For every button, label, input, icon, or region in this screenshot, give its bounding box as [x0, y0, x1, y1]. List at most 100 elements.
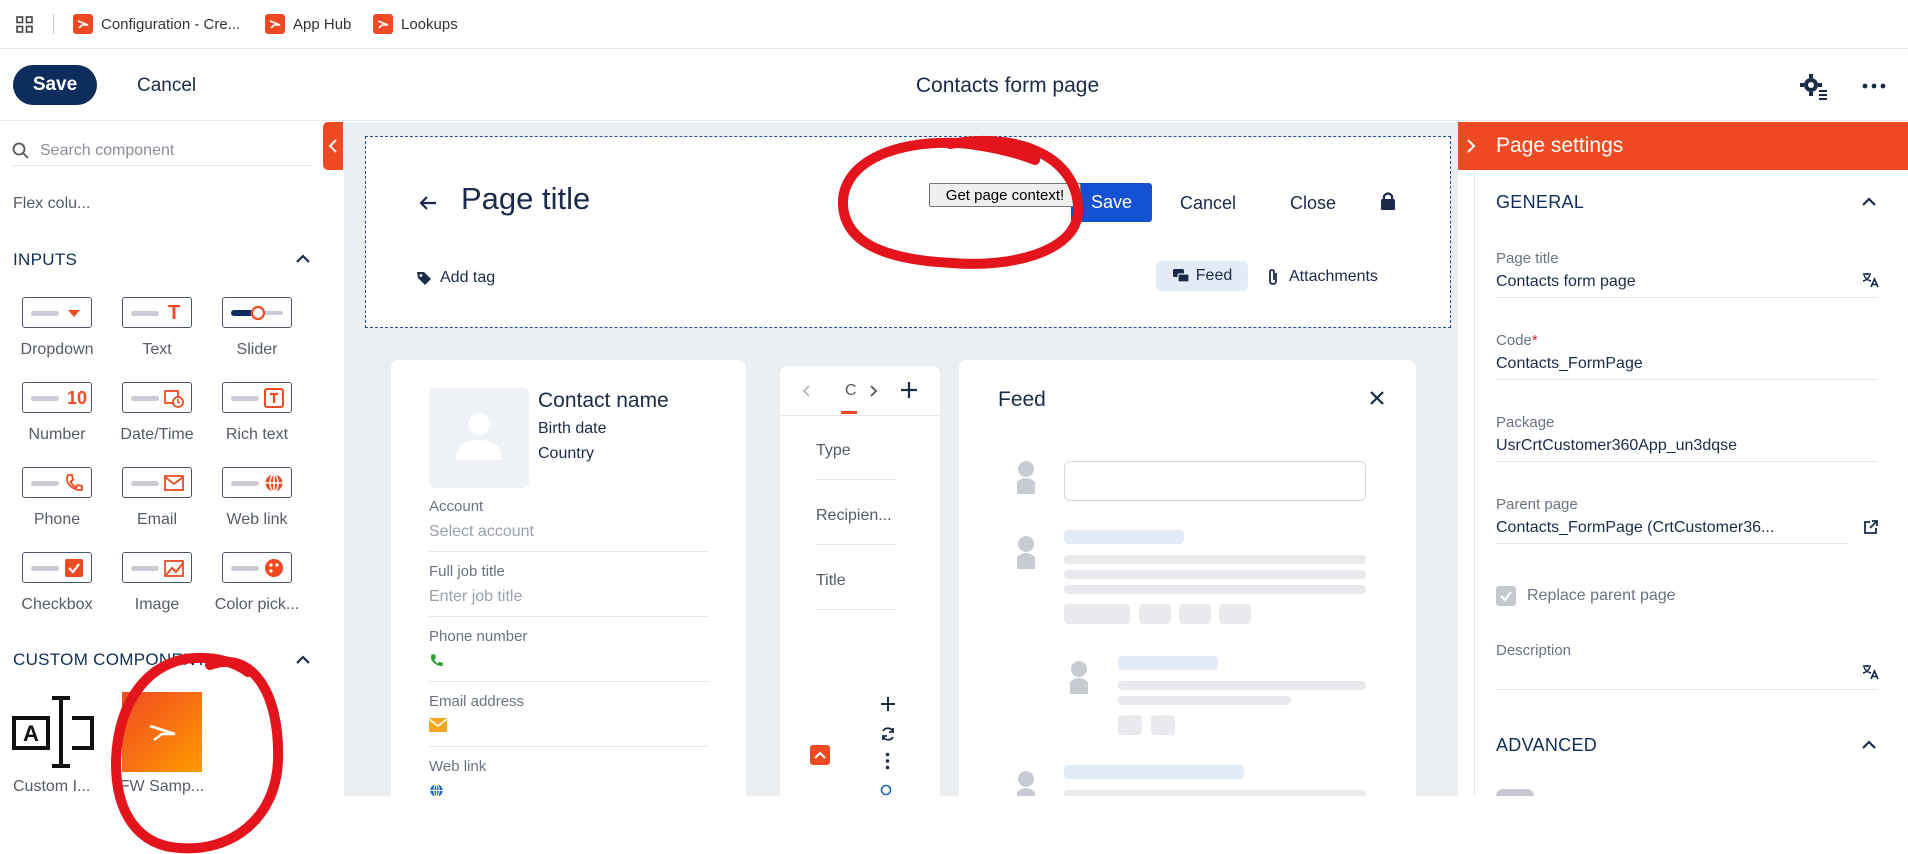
chevron-right-icon[interactable]	[1466, 138, 1476, 154]
skeleton-line	[1064, 570, 1366, 579]
component-label: Number	[28, 426, 86, 443]
chevron-up-icon[interactable]	[1861, 195, 1877, 207]
package-setting[interactable]: Package UsrCrtCustomer360App_un3dqse	[1496, 414, 1878, 462]
component-checkbox[interactable]: Checkbox	[7, 552, 107, 614]
add-plus-icon[interactable]	[880, 696, 896, 712]
component-image[interactable]: Image	[107, 552, 207, 614]
bookmark-lookups[interactable]: Lookups	[373, 13, 458, 35]
apps-grid-icon[interactable]	[16, 16, 33, 33]
feed-toggle-button[interactable]: Feed	[1156, 261, 1248, 291]
component-datetime[interactable]: Date/Time	[107, 382, 207, 444]
get-page-context-button[interactable]: Get page context!	[929, 183, 1081, 207]
flex-column-item[interactable]: Flex colu...	[13, 195, 90, 213]
bookmark-label: Lookups	[401, 15, 458, 33]
lock-icon[interactable]	[1380, 191, 1396, 211]
page-title-setting[interactable]: Page title Contacts form page	[1496, 250, 1880, 298]
active-tab-indicator	[841, 411, 857, 414]
custom-component-fw-sample[interactable]: FW Samp...	[117, 692, 207, 796]
type-field[interactable]: Type	[816, 442, 896, 480]
component-label: Slider	[236, 341, 278, 358]
page-settings-header[interactable]: Page settings	[1458, 122, 1908, 170]
header-save-button[interactable]: Save	[1071, 183, 1152, 222]
vertical-dots-icon[interactable]	[885, 752, 890, 770]
avatar[interactable]	[429, 388, 529, 488]
field-value: Contacts form page	[1496, 273, 1636, 290]
account-field[interactable]: Account Select account	[429, 498, 709, 552]
feed-card[interactable]: Feed	[959, 360, 1416, 796]
bookmark-configuration[interactable]: Configuration - Cre...	[73, 13, 240, 35]
user-placeholder-icon	[1070, 661, 1088, 694]
replace-parent-checkbox[interactable]: Replace parent page	[1496, 586, 1676, 606]
email-address-field[interactable]: Email address	[429, 693, 709, 747]
header-close-button[interactable]: Close	[1290, 193, 1336, 214]
country-label: Country	[538, 445, 595, 462]
component-web-link[interactable]: Web link	[207, 467, 307, 529]
page-header-container[interactable]: Page title Save Get page context! Cancel…	[365, 136, 1451, 328]
palette-icon	[265, 559, 283, 577]
phone-number-field[interactable]: Phone number	[429, 628, 709, 682]
field-label: Account	[429, 498, 484, 515]
feed-post-input[interactable]	[1064, 461, 1366, 501]
code-setting[interactable]: Code* Contacts_FormPage	[1496, 332, 1878, 380]
phone-icon	[66, 474, 83, 492]
parent-page-setting[interactable]: Parent page Contacts_FormPage (CrtCustom…	[1496, 496, 1848, 544]
job-title-field[interactable]: Full job title Enter job title	[429, 563, 709, 617]
search-input[interactable]: Search component	[12, 136, 312, 166]
contact-name: Contact name	[538, 389, 669, 412]
header-cancel-button[interactable]: Cancel	[1180, 193, 1236, 214]
required-asterisk: *	[1531, 332, 1538, 349]
component-label: Custom I...	[13, 778, 91, 795]
close-icon[interactable]	[1369, 390, 1385, 406]
add-tab-plus-icon[interactable]	[900, 381, 918, 399]
skeleton-line	[1064, 765, 1244, 779]
component-rich-text[interactable]: Rich text	[207, 382, 307, 444]
title-field[interactable]: Title	[816, 572, 896, 610]
description-setting[interactable]: Description	[1496, 642, 1880, 690]
component-text[interactable]: T Text	[107, 297, 207, 359]
add-tag-button[interactable]: Add tag	[416, 269, 495, 287]
bookmarks-bar: Configuration - Cre... App Hub Lookups	[0, 0, 1908, 49]
refresh-icon[interactable]	[880, 726, 896, 742]
bookmark-app-hub[interactable]: App Hub	[265, 13, 351, 35]
component-color-picker[interactable]: Color pick...	[207, 552, 307, 614]
chevron-left-icon[interactable]	[802, 384, 812, 398]
panel-divider	[1474, 170, 1475, 796]
toggle-switch[interactable]	[1496, 789, 1534, 796]
search-icon[interactable]	[880, 784, 894, 796]
skeleton-chip	[1151, 715, 1175, 735]
skeleton-line	[1064, 530, 1184, 544]
advanced-section-title: ADVANCED	[1496, 735, 1598, 755]
component-phone[interactable]: Phone	[7, 467, 107, 529]
recipient-field[interactable]: Recipien...	[816, 507, 896, 545]
tabs-panel-card[interactable]: C Type Recipien... Title	[780, 366, 940, 796]
back-arrow-icon[interactable]	[418, 195, 438, 211]
chevron-up-icon[interactable]	[295, 252, 311, 264]
component-email[interactable]: Email	[107, 467, 207, 529]
contact-profile-card[interactable]: Contact name Birth date Country Account …	[391, 360, 746, 796]
birth-date-label: Birth date	[538, 420, 607, 437]
component-label: Text	[142, 341, 172, 358]
open-external-icon[interactable]	[1863, 519, 1879, 535]
component-label: Color pick...	[214, 596, 300, 613]
checkbox-icon	[65, 559, 83, 577]
field-label: Page title	[1496, 250, 1559, 267]
translate-icon[interactable]	[1862, 664, 1880, 680]
chevron-up-icon[interactable]	[295, 653, 311, 665]
web-link-field[interactable]: Web link	[429, 758, 709, 796]
more-options-icon[interactable]	[1862, 83, 1886, 89]
custom-component-input[interactable]: A Custom I...	[0, 692, 105, 796]
collapse-left-panel-button[interactable]	[323, 122, 343, 170]
settings-gear-icon[interactable]	[1800, 72, 1828, 100]
field-label: Phone number	[429, 628, 528, 645]
component-number[interactable]: 10 Number	[7, 382, 107, 444]
attachments-button[interactable]: Attachments	[1267, 268, 1378, 286]
component-dropdown[interactable]: Dropdown	[7, 297, 107, 359]
chevron-up-icon[interactable]	[1861, 738, 1877, 750]
collapse-up-button[interactable]	[810, 745, 830, 765]
component-slider[interactable]: Slider	[207, 297, 307, 359]
add-tag-label: Add tag	[440, 269, 496, 286]
translate-icon[interactable]	[1862, 272, 1880, 288]
chevron-right-icon[interactable]	[868, 384, 878, 398]
tab-active[interactable]: C	[845, 382, 857, 400]
image-icon	[164, 560, 184, 577]
